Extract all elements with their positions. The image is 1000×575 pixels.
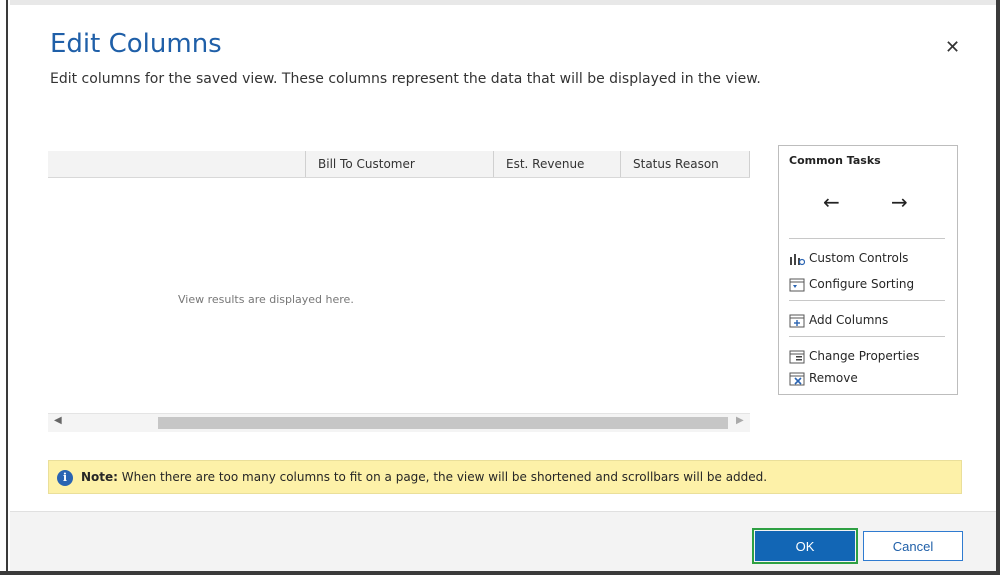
add-columns-button[interactable]: Add Columns [789, 310, 888, 330]
configure-sorting-label: Configure Sorting [809, 277, 915, 291]
ok-button[interactable]: OK [755, 531, 855, 561]
custom-controls-icon [790, 253, 805, 265]
change-properties-icon [789, 350, 805, 363]
divider [789, 300, 945, 301]
note-message: Note: When there are too many columns to… [81, 470, 767, 484]
remove-button[interactable]: Remove [789, 368, 858, 388]
grid-header: Bill To Customer Est. Revenue Status Rea… [48, 151, 750, 178]
move-right-arrow-icon[interactable]: → [891, 190, 908, 214]
edit-columns-dialog: Edit Columns ✕ Edit columns for the save… [10, 5, 996, 572]
common-tasks-panel: Common Tasks ← → Custom Controls Configu… [778, 145, 958, 395]
column-header-status-reason[interactable]: Status Reason [620, 151, 750, 177]
custom-controls-label: Custom Controls [809, 251, 909, 265]
window-bottom-border [0, 571, 1000, 575]
configure-sorting-icon [789, 278, 805, 291]
grid-empty-message: View results are displayed here. [178, 293, 354, 306]
note-label: Note: [81, 470, 118, 484]
divider [789, 336, 945, 337]
close-icon[interactable]: ✕ [945, 39, 960, 57]
change-properties-label: Change Properties [809, 349, 920, 363]
dialog-title: Edit Columns [50, 29, 222, 59]
view-preview-grid: Bill To Customer Est. Revenue Status Rea… [48, 151, 750, 435]
horizontal-scrollbar[interactable]: ◀ ▶ [48, 413, 750, 432]
window-right-border [996, 0, 1000, 575]
scrollbar-thumb[interactable] [158, 417, 728, 429]
remove-icon [789, 372, 805, 385]
remove-label: Remove [809, 371, 858, 385]
configure-sorting-button[interactable]: Configure Sorting [789, 274, 914, 294]
window-left-border [0, 0, 8, 575]
scroll-left-icon[interactable]: ◀ [54, 415, 62, 426]
cancel-button[interactable]: Cancel [863, 531, 963, 561]
add-columns-label: Add Columns [809, 313, 889, 327]
info-icon: i [57, 470, 73, 486]
dialog-subtitle: Edit columns for the saved view. These c… [50, 71, 761, 87]
scroll-right-icon[interactable]: ▶ [736, 415, 744, 426]
dialog-footer: OK Cancel [10, 511, 996, 572]
common-tasks-title: Common Tasks [789, 154, 881, 167]
column-header-bill-to-customer[interactable]: Bill To Customer [305, 151, 493, 177]
note-text: When there are too many columns to fit o… [117, 470, 768, 484]
column-header-est-revenue[interactable]: Est. Revenue [493, 151, 620, 177]
divider [789, 238, 945, 239]
add-columns-icon [789, 314, 805, 327]
custom-controls-button[interactable]: Custom Controls [789, 248, 908, 268]
move-left-arrow-icon[interactable]: ← [823, 190, 840, 214]
note-banner: i Note: When there are too many columns … [48, 460, 962, 494]
change-properties-button[interactable]: Change Properties [789, 346, 919, 366]
